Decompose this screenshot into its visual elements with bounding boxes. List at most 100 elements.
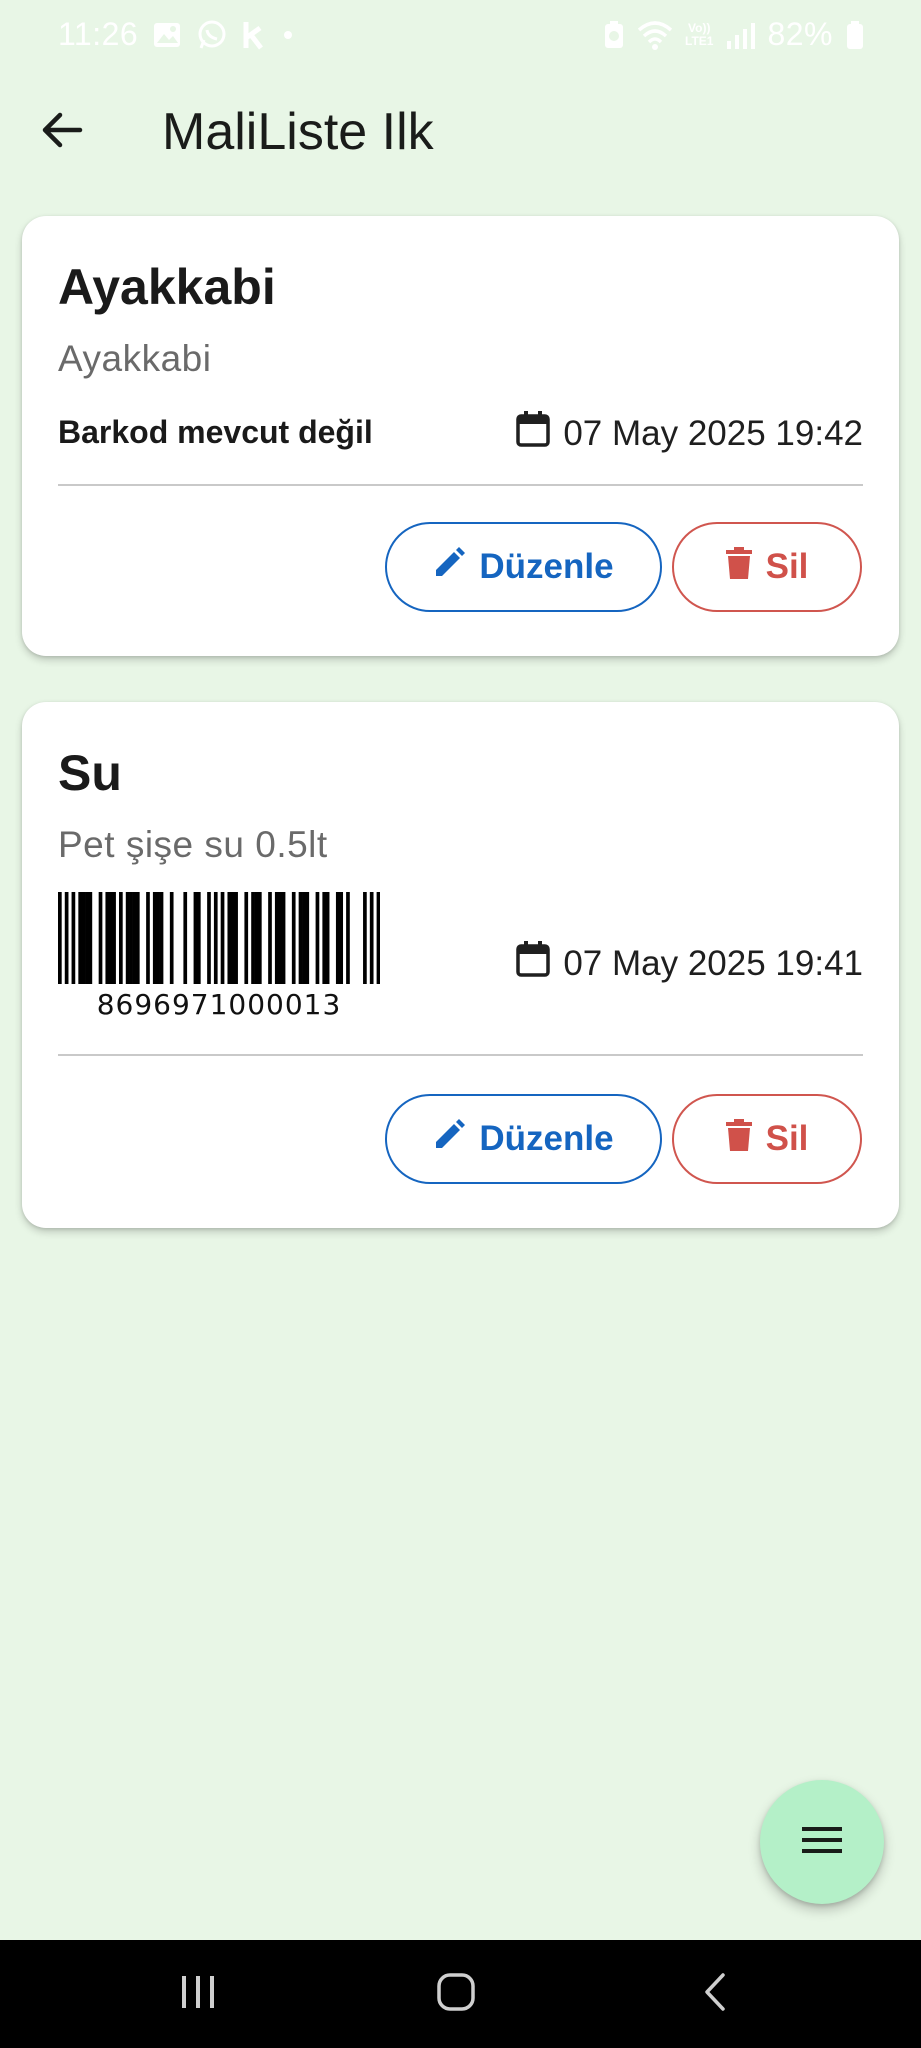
edit-button[interactable]: Düzenle — [385, 1094, 662, 1184]
barcode-bar — [315, 892, 320, 984]
barcode-bar — [363, 892, 367, 984]
dot-icon — [280, 27, 296, 43]
recents-icon — [178, 1974, 218, 2015]
trash-icon — [725, 546, 752, 588]
no-barcode-label: Barkod mevcut değil — [58, 414, 373, 450]
battery-saver-icon — [603, 20, 625, 50]
app-bar: MaliListe Ilk — [0, 70, 921, 192]
barcode-bar — [274, 892, 279, 984]
barcode-bar — [234, 892, 238, 984]
barcode-bar — [335, 892, 340, 984]
barcode-bar — [325, 892, 330, 984]
barcode-bar — [169, 892, 174, 984]
barcode-bar — [207, 892, 211, 984]
edit-button[interactable]: Düzenle — [385, 522, 662, 612]
pencil-icon — [433, 1118, 466, 1160]
item-title: Ayakkabi — [58, 259, 276, 315]
barcode-bar — [183, 892, 188, 984]
barcode-bar — [369, 892, 374, 984]
system-nav-bar — [0, 1940, 921, 2048]
barcode-bar — [112, 892, 116, 984]
menu-icon — [800, 1824, 844, 1861]
battery-percent: 82% — [767, 16, 833, 52]
barcode-bar — [135, 892, 140, 984]
barcode-bar — [346, 892, 350, 984]
battery-icon — [845, 20, 865, 50]
barcode-bar — [85, 892, 89, 984]
barcode-bar — [213, 892, 218, 984]
edit-label: Düzenle — [479, 547, 614, 586]
whatsapp-icon — [196, 19, 228, 51]
barcode-bar — [376, 892, 381, 984]
back-button[interactable] — [30, 100, 94, 164]
back-nav-icon — [701, 1972, 729, 2017]
barcode-bar — [64, 892, 69, 984]
barcode-bar — [251, 892, 255, 984]
arrow-back-icon — [40, 110, 84, 155]
status-right: Vo)) LTE1 82% — [603, 16, 865, 53]
gallery-icon — [152, 21, 182, 49]
page-title: MaliListe Ilk — [162, 103, 434, 161]
barcode-bar — [108, 892, 113, 984]
barcode-bar — [119, 892, 123, 984]
delete-button[interactable]: Sil — [672, 522, 862, 612]
delete-label: Sil — [765, 547, 809, 586]
item-date-row: 07 May 2025 19:41 — [515, 940, 863, 987]
barcode-bar — [291, 892, 296, 984]
barcode-bar — [196, 892, 201, 984]
barcode-bar — [305, 892, 310, 984]
item-date-row: 07 May 2025 19:42 — [515, 410, 863, 457]
barcode-bar — [58, 892, 62, 984]
barcode-bars — [58, 892, 381, 984]
status-left: 11:26 — [58, 16, 296, 53]
calendar-icon — [515, 940, 551, 987]
trash-icon — [725, 1118, 752, 1160]
barcode-bar — [244, 892, 249, 984]
barcode-bar — [278, 892, 283, 984]
screen: 11:26 Vo)) LTE1 82% MaliListe Ilk Ayakka… — [0, 0, 921, 2048]
barcode-bar — [129, 892, 133, 984]
delete-button[interactable]: Sil — [672, 1094, 862, 1184]
item-date: 07 May 2025 19:41 — [563, 943, 863, 983]
barcode-number: 8696971000013 — [96, 988, 342, 1021]
network-label-top: Vo)) — [688, 20, 711, 35]
barcode-bar — [78, 892, 83, 984]
network-label-bottom: LTE1 — [685, 33, 714, 48]
item-description: Pet şişe su 0.5lt — [58, 824, 328, 865]
status-time: 11:26 — [58, 16, 139, 52]
barcode-bar — [159, 892, 164, 984]
item-date: 07 May 2025 19:42 — [563, 413, 863, 453]
item-title: Su — [58, 745, 122, 801]
barcode-bar — [220, 892, 225, 984]
barcode-bar — [132, 892, 137, 984]
barcode-bar — [105, 892, 110, 984]
divider — [58, 484, 863, 486]
volte-icon: Vo)) LTE1 — [685, 20, 714, 48]
status-bar: 11:26 Vo)) LTE1 82% — [0, 0, 921, 70]
barcode-bar — [322, 892, 327, 984]
edit-label: Düzenle — [479, 1119, 614, 1158]
item-description: Ayakkabi — [58, 338, 212, 379]
divider — [58, 1054, 863, 1056]
pencil-icon — [433, 546, 466, 588]
barcode-bar — [156, 892, 160, 984]
barcode-bar — [254, 892, 259, 984]
back-nav-button[interactable] — [675, 1964, 755, 2024]
menu-fab[interactable] — [760, 1780, 884, 1904]
barcode-bar — [268, 892, 272, 984]
home-icon — [436, 1972, 476, 2017]
home-button[interactable] — [416, 1964, 496, 2024]
calendar-icon — [515, 410, 551, 457]
barcode-bar — [257, 892, 262, 984]
signal-icon — [725, 21, 756, 49]
barcode-bar — [298, 892, 303, 984]
barcode-bar — [71, 892, 76, 984]
barcode-bar — [125, 892, 130, 984]
barcode-bar — [152, 892, 157, 984]
recents-button[interactable] — [158, 1964, 238, 2024]
item-card: Ayakkabi Ayakkabi Barkod mevcut değil 07… — [22, 216, 899, 656]
barcode-bar — [98, 892, 103, 984]
barcode-bar — [227, 892, 232, 984]
barcode-bar — [230, 892, 235, 984]
barcode-bar — [302, 892, 306, 984]
